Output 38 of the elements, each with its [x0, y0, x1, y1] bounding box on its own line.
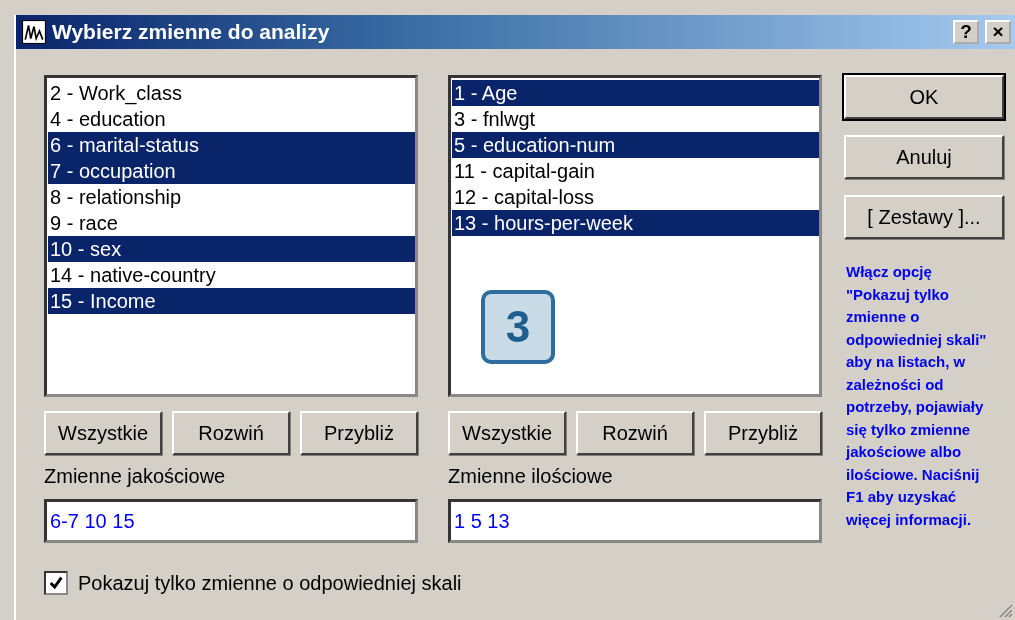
list-item[interactable]: 15 - Income — [48, 288, 415, 314]
step-badge: 3 — [481, 290, 555, 364]
list-item[interactable]: 7 - occupation — [48, 158, 415, 184]
resize-grip-icon[interactable] — [997, 602, 1013, 618]
list-item[interactable]: 6 - marital-status — [48, 132, 415, 158]
list-button[interactable]: Wszystkie — [44, 411, 162, 455]
chart-icon — [22, 20, 46, 44]
list-item[interactable]: 13 - hours-per-week — [452, 210, 819, 236]
list-item[interactable]: 2 - Work_class — [48, 80, 415, 106]
list-item[interactable]: 10 - sex — [48, 236, 415, 262]
list-item[interactable]: 3 - fnlwgt — [452, 106, 819, 132]
field-label: Zmienne ilościowe — [448, 465, 614, 489]
ok-button[interactable]: OK — [844, 75, 1004, 119]
field-label: Zmienne jakościowe — [44, 465, 227, 489]
input-field[interactable]: 6-7 10 15 — [44, 499, 418, 543]
list-item[interactable]: 9 - race — [48, 210, 415, 236]
list-button[interactable]: Wszystkie — [448, 411, 566, 455]
help-button[interactable]: ? — [953, 20, 979, 44]
list-button[interactable]: Przybliż — [704, 411, 822, 455]
list-item[interactable]: 12 - capital-loss — [452, 184, 819, 210]
list-item[interactable]: 5 - education-num — [452, 132, 819, 158]
list-item[interactable]: 1 - Age — [452, 80, 819, 106]
input-field[interactable]: 1 5 13 — [448, 499, 822, 543]
list-button[interactable]: Przybliż — [300, 411, 418, 455]
help-text: Włącz opcję "Pokazuj tylko zmienne o odpowiedniej skali" aby na listach, w zależności od potrzeby, pojawiały się tylko zmienne jakościowe albo ilościowe. Naciśnij F1 aby uzyskać więcej informacji. — [846, 262, 988, 530]
checkbox[interactable] — [44, 571, 68, 595]
sets-button[interactable]: [ Zestawy ]... — [844, 195, 1004, 239]
checkbox-label: Pokazuj tylko zmienne o odpowiedniej skali — [78, 571, 462, 595]
window-title: Wybierz zmienne do analizy — [52, 20, 330, 44]
list-button[interactable]: Rozwiń — [576, 411, 694, 455]
close-button[interactable]: × — [985, 20, 1011, 44]
list-item[interactable]: 14 - native-country — [48, 262, 415, 288]
cancel-button[interactable]: Anuluj — [844, 135, 1004, 179]
list-item[interactable]: 11 - capital-gain — [452, 158, 819, 184]
checkmark-icon — [48, 575, 64, 591]
list-item[interactable]: 8 - relationship — [48, 184, 415, 210]
list-button[interactable]: Rozwiń — [172, 411, 290, 455]
list-item[interactable]: 4 - education — [48, 106, 415, 132]
